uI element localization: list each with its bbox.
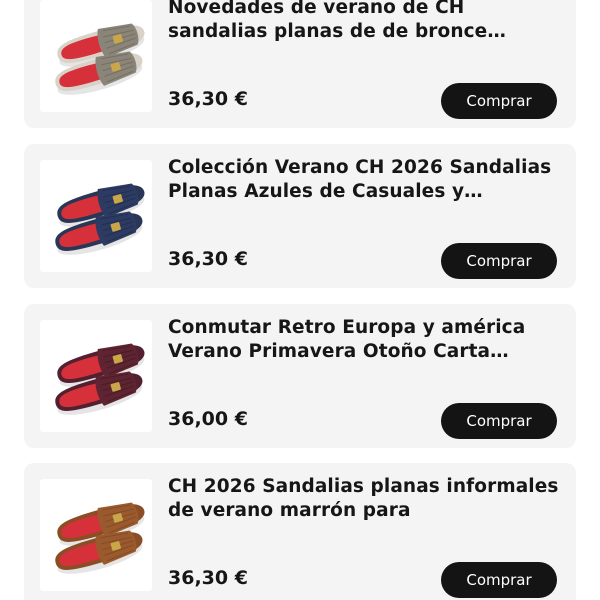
buy-button[interactable]: Comprar (441, 403, 557, 439)
product-image[interactable] (40, 479, 152, 591)
product-title[interactable]: CH 2026 Sandalias planas informales de v… (168, 475, 560, 523)
product-title[interactable]: Colección Verano CH 2026 Sandalias Plana… (168, 156, 560, 204)
product-image[interactable] (40, 0, 152, 112)
product-image[interactable] (40, 320, 152, 432)
sandal-icon (55, 502, 145, 574)
buy-button[interactable]: Comprar (441, 83, 557, 119)
buy-button[interactable]: Comprar (441, 243, 557, 279)
product-card[interactable]: CH 2026 Sandalias planas informales de v… (24, 463, 576, 600)
sandal-icon (55, 343, 145, 415)
product-price: 36,30 € (168, 88, 248, 110)
product-price: 36,00 € (168, 408, 248, 430)
sandal-icon (55, 23, 145, 95)
buy-button[interactable]: Comprar (441, 562, 557, 598)
product-title[interactable]: Conmutar Retro Europa y américa Verano P… (168, 316, 560, 364)
product-card[interactable]: Conmutar Retro Europa y américa Verano P… (24, 304, 576, 448)
sandal-icon (55, 183, 145, 255)
product-card[interactable]: Colección Verano CH 2026 Sandalias Plana… (24, 144, 576, 288)
product-list: Novedades de verano de CH sandalias plan… (0, 0, 600, 600)
product-price: 36,30 € (168, 567, 248, 589)
product-title[interactable]: Novedades de verano de CH sandalias plan… (168, 0, 560, 44)
product-image[interactable] (40, 160, 152, 272)
product-price: 36,30 € (168, 248, 248, 270)
product-card[interactable]: Novedades de verano de CH sandalias plan… (24, 0, 576, 128)
